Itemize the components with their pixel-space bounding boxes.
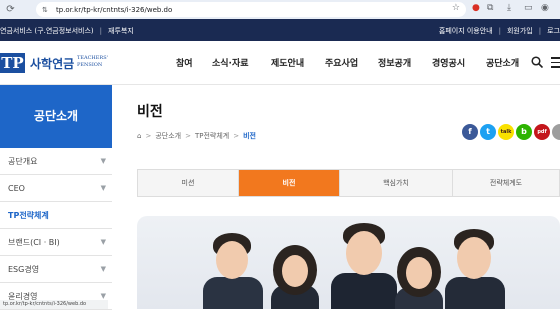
kakao-share-icon[interactable]: talk	[498, 124, 514, 140]
signup-link[interactable]: 회원가입	[507, 27, 533, 35]
pension-service-link[interactable]: 연금서비스 (구.연금정보서비스)	[0, 27, 94, 35]
site-info-icon[interactable]: ⇅	[42, 6, 52, 14]
sidebar-item-strategy[interactable]: TP전략체계	[0, 202, 112, 229]
logo-mark[interactable]: TP	[0, 53, 25, 73]
download-icon[interactable]: ⤓	[507, 3, 511, 13]
breadcrumb-separator: >	[233, 132, 240, 140]
sidebar-item-esg[interactable]: ESG경영 ▼	[0, 256, 112, 283]
pdf-icon[interactable]: pdf	[534, 124, 550, 140]
tab-core-values[interactable]: 핵심가치	[340, 170, 453, 196]
nav-item-business[interactable]: 주요사업	[325, 56, 358, 69]
reload-icon[interactable]: ⟳	[4, 4, 17, 15]
sidebar-item-label: 공단개요	[8, 157, 38, 166]
nav-item-about[interactable]: 공단소개	[486, 56, 519, 69]
sidebar-item-ceo[interactable]: CEO ▼	[0, 175, 112, 202]
breadcrumb-separator: >	[145, 132, 152, 140]
nav-item-news[interactable]: 소식·자료	[212, 56, 249, 69]
tab-strategy-map[interactable]: 전략체계도	[453, 170, 559, 196]
login-link[interactable]: 로그	[547, 27, 560, 35]
sidebar-item-overview[interactable]: 공단개요 ▼	[0, 148, 112, 175]
chevron-down-icon: ▼	[100, 184, 106, 192]
site-header: TP 사학연금 TEACHERS' PENSION 참여 소식·자료 제도안내 …	[0, 41, 560, 85]
nav-item-system[interactable]: 제도안내	[271, 56, 304, 69]
sidebar-item-label: TP전략체계	[8, 211, 49, 220]
sidebar-menu: 공단개요 ▼ CEO ▼ TP전략체계 브랜드(CI · BI) ▼ ESG경영 ▼ 윤…	[0, 148, 112, 310]
tab-vision[interactable]: 비전	[239, 170, 340, 196]
tab-mission[interactable]: 미션	[138, 170, 239, 196]
browser-nav: ⟳	[4, 4, 17, 15]
logo-sub-line1: TEACHERS'	[77, 55, 108, 61]
bookmark-star-icon[interactable]: ☆	[452, 3, 460, 13]
logo-sub-line2: PENSION	[77, 62, 103, 68]
twitter-share-icon[interactable]: t	[480, 124, 496, 140]
utility-bar: 연금서비스 (구.연금정보서비스) | 재투복지 홈페이지 이용안내 | 회원가입 | 로그	[0, 19, 560, 41]
welfare-link[interactable]: 재투복지	[108, 27, 134, 35]
chevron-down-icon: ▼	[100, 238, 106, 246]
divider: |	[498, 27, 501, 35]
sidebar-item-label: ESG경영	[8, 265, 40, 274]
blog-share-icon[interactable]: b	[516, 124, 532, 140]
sidebar-title: 공단소개	[0, 85, 112, 148]
extension-puzzle-icon[interactable]: ⧉	[487, 3, 493, 13]
breadcrumb: ⌂ > 공단소개 > TP전략체계 > 비전	[137, 131, 256, 141]
home-icon[interactable]: ⌂	[137, 132, 141, 140]
search-icon[interactable]	[531, 56, 543, 68]
person-figure	[439, 225, 509, 309]
browser-toolbar: ⟳ ⇅ tp.or.kr/tp-kr/cntnts/i-326/web.do ☆…	[0, 0, 560, 19]
tab-search-icon[interactable]: ▭	[524, 3, 533, 13]
breadcrumb-item[interactable]: 공단소개	[155, 132, 181, 140]
breadcrumb-current: 비전	[243, 132, 256, 140]
divider: |	[538, 27, 542, 35]
sidebar-item-label: CEO	[8, 184, 25, 193]
address-bar[interactable]: ⇅ tp.or.kr/tp-kr/cntnts/i-326/web.do ☆	[36, 2, 466, 17]
chevron-down-icon: ▼	[100, 265, 106, 273]
content-tabs: 미션 비전 핵심가치 전략체계도	[137, 169, 560, 197]
nav-item-participation[interactable]: 참여	[176, 56, 193, 69]
chevron-down-icon: ▼	[100, 157, 106, 165]
breadcrumb-item[interactable]: TP전략체계	[195, 132, 229, 140]
profile-icon[interactable]: ◉	[541, 3, 549, 13]
sidebar-item-brand[interactable]: 브랜드(CI · BI) ▼	[0, 229, 112, 256]
status-url: tp.or.kr/tp-kr/cntnts/i-326/web.do	[0, 300, 108, 309]
logo-name[interactable]: 사학연금	[30, 55, 74, 72]
logo-subtitle: TEACHERS' PENSION	[77, 55, 108, 69]
facebook-share-icon[interactable]: f	[462, 124, 478, 140]
nav-item-disclosure[interactable]: 정보공개	[378, 56, 411, 69]
page-title: 비전	[137, 104, 163, 120]
extension-red-icon[interactable]: ●	[472, 3, 480, 13]
url-text: tp.or.kr/tp-kr/cntnts/i-326/web.do	[56, 5, 173, 14]
print-icon[interactable]	[552, 124, 560, 140]
person-figure	[197, 229, 267, 309]
divider: |	[99, 27, 102, 35]
hamburger-menu-icon[interactable]	[551, 57, 560, 68]
nav-item-management[interactable]: 경영공시	[432, 56, 465, 69]
sidebar-item-label: 브랜드(CI · BI)	[8, 238, 60, 247]
breadcrumb-separator: >	[185, 132, 191, 140]
person-figure	[265, 239, 325, 309]
site-guide-link[interactable]: 홈페이지 이용안내	[439, 27, 493, 35]
hero-photo	[137, 216, 560, 309]
